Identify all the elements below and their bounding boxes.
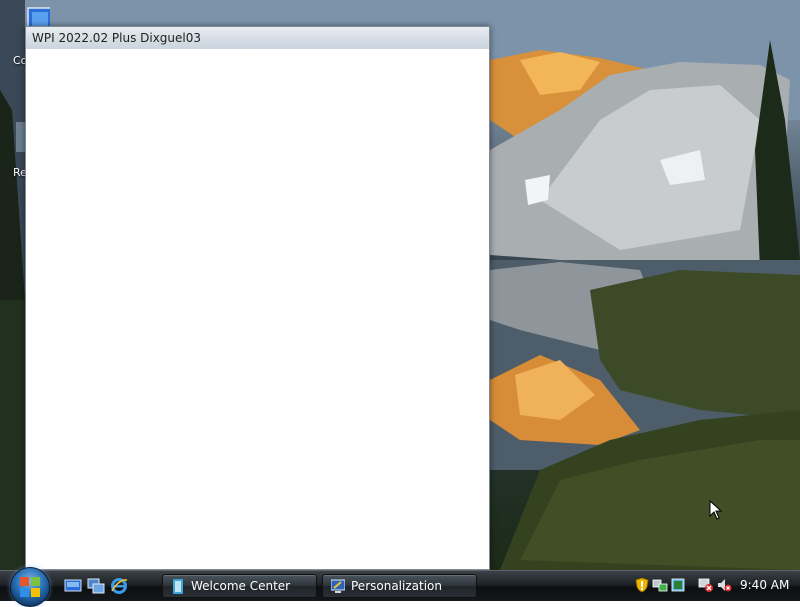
switch-windows-icon[interactable] (87, 577, 105, 595)
start-button[interactable] (10, 567, 50, 607)
wpi-window: WPI 2022.02 Plus Dixguel03 (25, 26, 490, 570)
window-content-area (26, 49, 489, 569)
taskbar-clock[interactable]: 9:40 AM (740, 578, 789, 592)
window-titlebar[interactable]: WPI 2022.02 Plus Dixguel03 (26, 27, 489, 50)
taskbar-button-personalization[interactable]: Personalization (322, 574, 477, 598)
volume-muted-icon[interactable] (716, 577, 732, 593)
network-icon[interactable] (652, 577, 668, 593)
taskbar: Welcome Center Personalization 9:40 AM (0, 567, 800, 607)
personalization-icon (331, 579, 345, 593)
welcome-center-icon (173, 579, 183, 594)
mouse-pointer-icon (709, 500, 723, 520)
internet-explorer-icon[interactable] (110, 577, 128, 595)
windows-start-orb-icon (20, 577, 40, 597)
security-alert-icon[interactable] (634, 577, 650, 593)
window-title: WPI 2022.02 Plus Dixguel03 (32, 31, 202, 45)
network-disconnected-icon[interactable] (698, 577, 714, 593)
taskbar-button-label: Welcome Center (191, 579, 291, 593)
taskbar-button-label: Personalization (351, 579, 442, 593)
taskbar-button-welcome-center[interactable]: Welcome Center (162, 574, 317, 598)
show-desktop-icon[interactable] (64, 577, 82, 595)
status-flag-icon[interactable] (670, 577, 686, 593)
